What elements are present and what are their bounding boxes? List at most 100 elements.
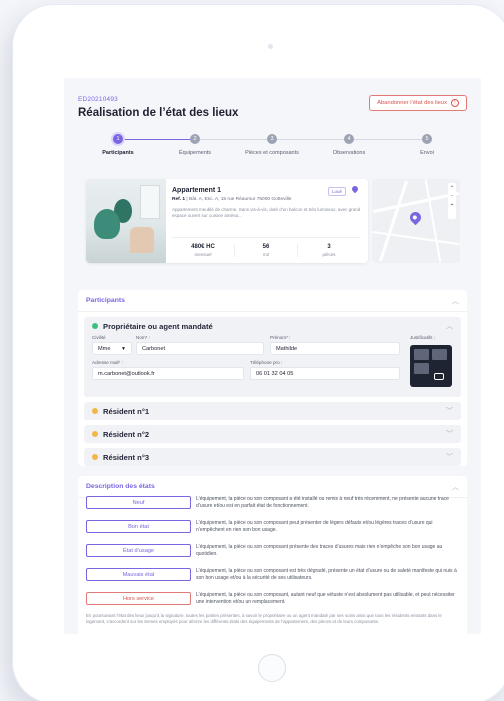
map-pin-icon[interactable]	[407, 209, 424, 226]
state-button-hors-service[interactable]: Hors service	[86, 592, 191, 605]
name-label: Nom* :	[136, 335, 151, 340]
state-description: L’équipement, la pièce ou son composant …	[196, 544, 443, 558]
stat-surface: 56 m2	[235, 244, 298, 257]
owner-form: Civilité Mme ▼ Nom* : Carbonet Prénom* :…	[84, 335, 461, 397]
warning-icon: !	[451, 99, 459, 107]
stat-unit: pièces	[322, 252, 336, 257]
resident-header: Résident n°2 ﹀	[84, 425, 461, 443]
name-input[interactable]: Carbonet	[136, 342, 264, 355]
pending-status-icon	[92, 431, 98, 437]
state-description: L’équipement, la pièce ou son composant,…	[196, 592, 455, 606]
property-address: Ref. 1 | Bât. A, Esc. A, 15 rue Réaumur …	[172, 197, 292, 202]
owner-card: Propriétaire ou agent mandaté ︿ Civilité…	[84, 317, 461, 397]
property-info: Appartement 1 Loué Ref. 1 | Bât. A, Esc.…	[172, 184, 360, 220]
status-badge: Loué	[327, 187, 346, 196]
states-section: Description des états ︿ Neuf L’équipemen…	[78, 476, 467, 634]
phone-input[interactable]: 06 01 32 04 05	[250, 367, 400, 380]
property-address-text: Bât. A, Esc. A, 15 rue Réaumur 75000 Got…	[189, 197, 292, 202]
caret-down-icon: ▼	[121, 345, 126, 352]
civility-label: Civilité	[92, 335, 106, 340]
map-road	[379, 180, 408, 262]
chevron-down-icon[interactable]: ﹀	[446, 429, 453, 439]
step-indicator: 1	[113, 134, 123, 144]
resident-card-2[interactable]: Résident n°2 ﹀	[84, 425, 461, 443]
name-value: Carbonet	[142, 345, 166, 352]
email-input[interactable]: m.carbonet@outlook.fr	[92, 367, 244, 380]
page-header: ED20210493 Réalisation de l’état des lie…	[64, 78, 481, 126]
stat-value: 480€ HC	[191, 244, 215, 250]
step-observations[interactable]: 4 Observations	[309, 134, 389, 156]
property-card[interactable]: Appartement 1 Loué Ref. 1 | Bât. A, Esc.…	[86, 179, 368, 263]
owner-header[interactable]: Propriétaire ou agent mandaté ︿	[84, 317, 461, 335]
resident-card-1[interactable]: Résident n°1 ﹀	[84, 402, 461, 420]
property-ref: Ref. 1	[172, 197, 186, 202]
email-label: Adresse mail* :	[92, 360, 123, 365]
phone-value: 06 01 32 04 05	[256, 370, 294, 377]
step-indicator: 5	[422, 134, 432, 144]
email-value: m.carbonet@outlook.fr	[98, 370, 155, 377]
proof-upload[interactable]	[410, 345, 452, 387]
proof-thumbnail	[432, 349, 447, 360]
abandon-button[interactable]: Abandonner l’état des lieux !	[369, 95, 467, 111]
property-photo	[86, 179, 166, 263]
step-equipements[interactable]: 2 Équipements	[155, 134, 235, 156]
state-description: L’équipement, la pièce ou son composant …	[196, 520, 433, 534]
photo-window	[140, 185, 160, 219]
property-description: Appartement meublé de charme. Sans vis-à…	[172, 207, 361, 219]
tablet-home-button	[258, 654, 286, 682]
proof-label: Justificatifs :	[410, 335, 436, 340]
step-indicator: 4	[344, 134, 354, 144]
resident-title: Résident n°1	[103, 406, 150, 416]
participants-header[interactable]: Participants ︿	[78, 290, 467, 312]
step-pieces[interactable]: 3 Pièces et composants	[232, 134, 312, 156]
states-header[interactable]: Description des états ︿	[78, 476, 467, 498]
chevron-up-icon[interactable]: ︿	[446, 321, 453, 331]
phone-label: Téléphone pro :	[250, 360, 283, 365]
tablet-frame: ED20210493 Réalisation de l’état des lie…	[12, 4, 504, 701]
firstname-input[interactable]: Mathilde	[270, 342, 400, 355]
resident-title: Résident n°2	[103, 429, 150, 439]
resident-title: Résident n°3	[103, 452, 150, 462]
abandon-label: Abandonner l’état des lieux	[377, 100, 447, 106]
map-zoom-controls[interactable]: + − ⌖	[448, 183, 456, 219]
state-button-etat-usage[interactable]: État d’usage	[86, 544, 191, 557]
step-label: Participants	[102, 150, 134, 156]
map-road	[424, 179, 442, 263]
tablet-camera	[268, 44, 273, 49]
section-title: Participants	[86, 297, 125, 304]
step-label: Observations	[332, 150, 366, 156]
camera-icon[interactable]	[434, 373, 444, 380]
step-label: Équipements	[178, 150, 212, 156]
state-button-mauvais-etat[interactable]: Mauvais état	[86, 568, 191, 581]
step-label: Envoi	[420, 150, 434, 156]
resident-card-3[interactable]: Résident n°3 ﹀	[84, 448, 461, 466]
chevron-down-icon[interactable]: ﹀	[446, 452, 453, 462]
firstname-label: Prénom* :	[270, 335, 291, 340]
photo-plant	[94, 209, 120, 239]
owner-title: Propriétaire ou agent mandaté	[103, 321, 213, 331]
map-road	[372, 191, 460, 214]
proof-thumbnail	[414, 363, 429, 374]
step-participants[interactable]: 1 Participants	[78, 134, 158, 156]
pending-status-icon	[92, 408, 98, 414]
step-envoi[interactable]: 5 Envoi	[387, 134, 467, 156]
civility-select[interactable]: Mme ▼	[92, 342, 132, 355]
state-button-bon-etat[interactable]: Bon état	[86, 520, 191, 533]
property-stats: 480€ HC mensuel 56 m2 3 pièces	[172, 237, 360, 257]
chevron-up-icon[interactable]: ︿	[452, 296, 459, 306]
stat-rent: 480€ HC mensuel	[172, 244, 235, 257]
state-button-neuf[interactable]: Neuf	[86, 496, 191, 509]
pending-status-icon	[92, 454, 98, 460]
resident-header: Résident n°1 ﹀	[84, 402, 461, 420]
stat-rooms: 3 pièces	[298, 244, 360, 257]
resident-header: Résident n°3 ﹀	[84, 448, 461, 466]
chevron-up-icon[interactable]: ︿	[452, 482, 459, 492]
state-description: L’équipement, la pièce ou son composant …	[196, 568, 457, 582]
proof-thumbnail	[414, 349, 429, 360]
section-title: Description des états	[86, 483, 155, 490]
chevron-down-icon[interactable]: ﹀	[446, 406, 453, 416]
property-map[interactable]: + − ⌖	[372, 179, 460, 263]
states-footnote: En poursuivant l’état des lieux jusqu’à …	[86, 613, 442, 625]
step-label: Pièces et composants	[245, 150, 299, 156]
stat-value: 56	[262, 244, 270, 250]
